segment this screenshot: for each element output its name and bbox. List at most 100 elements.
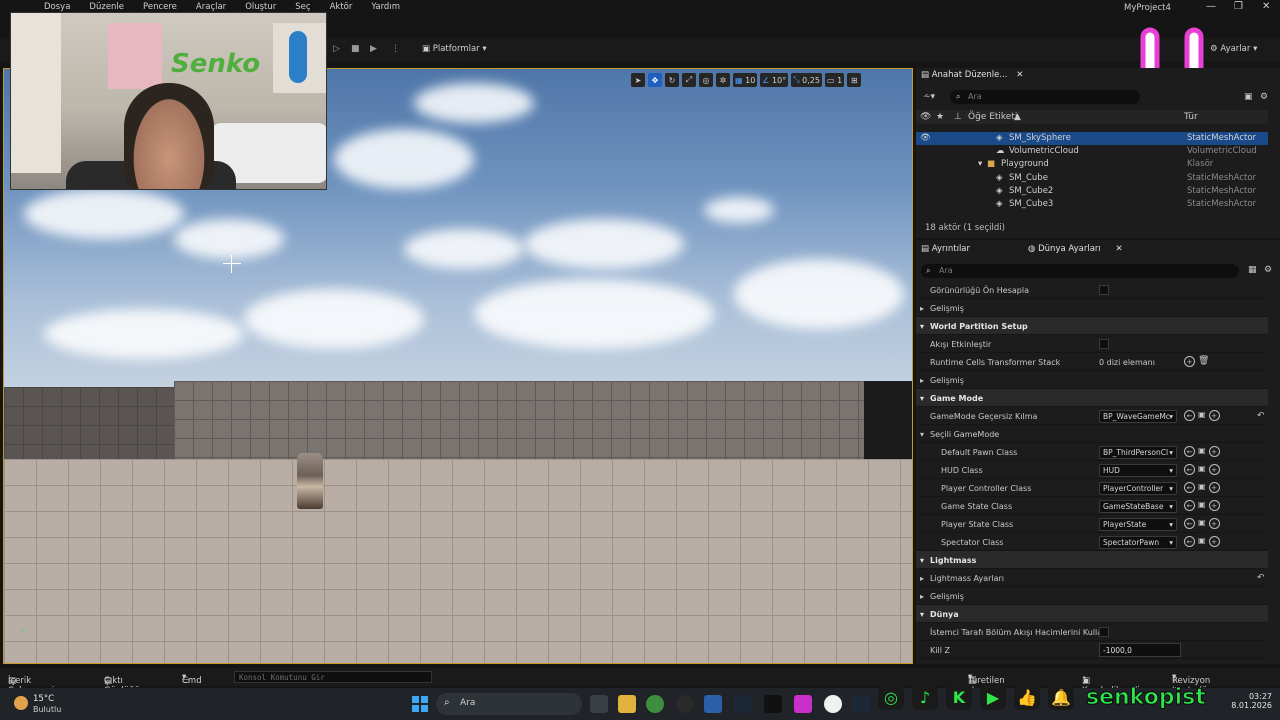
- property-group[interactable]: ▸ Gelişmiş: [916, 299, 1268, 317]
- close-window-icon[interactable]: ✕: [1262, 1, 1270, 12]
- folder-icon[interactable]: ▣: [1198, 482, 1206, 493]
- add-icon[interactable]: +: [1208, 410, 1220, 421]
- chrome-icon[interactable]: [646, 695, 664, 713]
- section-header[interactable]: ▾ Dünya: [916, 605, 1268, 623]
- scale-mode-icon[interactable]: ⤢: [682, 73, 696, 87]
- visibility-eye-icon[interactable]: 👁: [920, 133, 931, 143]
- add-icon[interactable]: +: [1208, 518, 1220, 529]
- browse-icon[interactable]: ←: [1184, 518, 1195, 529]
- property-group[interactable]: ▸ Lightmass Ayarları ↶: [916, 569, 1268, 587]
- outliner-row[interactable]: ◈ SM_Cube StaticMeshActor: [916, 172, 1268, 185]
- outliner-row[interactable]: 👁 ◈ SM_SkySphere StaticMeshActor: [916, 132, 1268, 145]
- close-tab-icon[interactable]: ✕: [1116, 244, 1123, 254]
- gamemode-override-select[interactable]: BP_WaveGameMc ▾: [1099, 410, 1177, 423]
- select-mode-icon[interactable]: ➤: [631, 73, 645, 87]
- rotation-snap-toggle[interactable]: ∠ 10°: [760, 73, 789, 87]
- derived-data-button[interactable]: ▤ Türetilen Veriler ▾: [968, 672, 1005, 696]
- close-tab-icon[interactable]: ✕: [1016, 70, 1023, 80]
- world-settings-tab[interactable]: ◍ Dünya Ayarları ✕: [1028, 244, 1123, 258]
- browse-icon[interactable]: ←: [1184, 410, 1195, 421]
- player-character[interactable]: [297, 453, 323, 509]
- browse-icon[interactable]: ←: [1184, 536, 1195, 547]
- rotate-mode-icon[interactable]: ↻: [665, 73, 679, 87]
- add-icon[interactable]: +: [1208, 482, 1220, 493]
- minimize-icon[interactable]: —: [1206, 1, 1216, 12]
- file-explorer-icon[interactable]: [618, 695, 636, 713]
- property-group[interactable]: ▸ Gelişmiş: [916, 587, 1268, 605]
- translate-mode-icon[interactable]: ✥: [648, 73, 662, 87]
- menu-tools[interactable]: Araçlar: [196, 2, 235, 12]
- outliner-row[interactable]: ☁ VolumetricCloud VolumetricCloud: [916, 145, 1268, 158]
- app-icon[interactable]: [704, 695, 722, 713]
- outliner-row[interactable]: ▾ ■ Playground Klasör: [916, 158, 1268, 171]
- folder-icon[interactable]: ▣: [1198, 518, 1206, 529]
- player-controller-select[interactable]: PlayerController ▾: [1099, 482, 1177, 495]
- section-header[interactable]: ▾ Lightmass: [916, 551, 1268, 569]
- restore-icon[interactable]: ❐: [1234, 1, 1243, 12]
- add-icon[interactable]: +: [1208, 464, 1220, 475]
- outliner-search-input[interactable]: Ara: [950, 90, 1140, 104]
- menu-file[interactable]: Dosya: [44, 2, 79, 12]
- steam-icon[interactable]: [852, 695, 870, 713]
- console-command-input[interactable]: Konsol Komutunu Gir: [234, 671, 432, 683]
- trash-icon[interactable]: 🗑: [1198, 356, 1209, 367]
- property-group[interactable]: ▾ Seçili GameMode: [916, 425, 1268, 443]
- browse-icon[interactable]: ←: [1184, 482, 1195, 493]
- platforms-button[interactable]: ▣ Platformlar ▾: [422, 44, 487, 54]
- precompute-checkbox[interactable]: [1099, 285, 1109, 295]
- layout-icon[interactable]: ⊞: [847, 73, 862, 87]
- browse-icon[interactable]: ←: [1184, 446, 1195, 457]
- table-view-icon[interactable]: ▦: [1248, 265, 1257, 275]
- hud-class-select[interactable]: HUD ▾: [1099, 464, 1177, 477]
- spectator-select[interactable]: SpectatorPawn ▾: [1099, 536, 1177, 549]
- menu-create[interactable]: Oluştur: [245, 2, 285, 12]
- menu-edit[interactable]: Düzenle: [89, 2, 133, 12]
- details-tab[interactable]: ▤ Ayrıntılar: [921, 244, 970, 258]
- outliner-settings-icon[interactable]: ⚙: [1260, 92, 1268, 102]
- game-state-select[interactable]: GameStateBase ▾: [1099, 500, 1177, 513]
- camera-speed-button[interactable]: ▭ 1: [824, 73, 845, 87]
- menu-window[interactable]: Pencere: [143, 2, 186, 12]
- reset-icon[interactable]: ↶: [1257, 573, 1265, 583]
- kill-z-field[interactable]: -1000,0: [1099, 643, 1181, 657]
- play-icon[interactable]: ▶: [370, 44, 384, 56]
- app-icon[interactable]: [676, 695, 694, 713]
- reset-icon[interactable]: ↶: [1257, 411, 1265, 421]
- taskbar-clock[interactable]: 03:27 8.01.2026: [1218, 692, 1272, 710]
- step-icon[interactable]: ▷: [333, 44, 347, 56]
- outliner-row[interactable]: ◈ SM_Cube2 StaticMeshActor: [916, 185, 1268, 198]
- add-icon[interactable]: +: [1208, 536, 1220, 547]
- windows-start-icon[interactable]: [412, 696, 428, 712]
- app-icon[interactable]: [794, 695, 812, 713]
- filter-icon[interactable]: ⩪▾: [923, 92, 935, 102]
- menu-help[interactable]: Yardım: [371, 2, 409, 12]
- unreal-engine-icon[interactable]: [824, 695, 842, 713]
- new-folder-icon[interactable]: ▣: [1244, 92, 1253, 102]
- details-settings-icon[interactable]: ⚙: [1264, 265, 1272, 275]
- player-state-select[interactable]: PlayerState ▾: [1099, 518, 1177, 531]
- taskbar-search[interactable]: ⌕ Ara: [436, 693, 582, 715]
- default-pawn-select[interactable]: BP_ThirdPersonCl ▾: [1099, 446, 1177, 459]
- add-element-icon[interactable]: +: [1184, 356, 1195, 367]
- type-col-header[interactable]: Tür: [1184, 112, 1198, 122]
- folder-icon[interactable]: ▣: [1198, 500, 1206, 511]
- property-group[interactable]: ▸ Gelişmiş: [916, 371, 1268, 389]
- browse-icon[interactable]: ←: [1184, 500, 1195, 511]
- menu-select[interactable]: Seç: [295, 2, 319, 12]
- label-col-header[interactable]: Öğe Etiketi: [968, 112, 1017, 122]
- revision-control-button[interactable]: ⑂ Revizyon Kontrolü ▾: [1172, 672, 1210, 696]
- world-space-icon[interactable]: ◎: [699, 73, 713, 87]
- streaming-checkbox[interactable]: [1099, 339, 1109, 349]
- folder-icon[interactable]: ▣: [1198, 536, 1206, 547]
- outliner-row[interactable]: ◈ SM_Cube3 StaticMeshActor: [916, 198, 1268, 211]
- steam-icon[interactable]: [734, 695, 752, 713]
- grid-snap-toggle[interactable]: ▦ 10: [733, 73, 758, 87]
- section-header[interactable]: ▾ World Partition Setup: [916, 317, 1268, 335]
- folder-icon[interactable]: ▣: [1198, 446, 1206, 457]
- stop-icon[interactable]: ■: [351, 44, 365, 56]
- menu-actor[interactable]: Aktör: [330, 2, 362, 12]
- browse-icon[interactable]: ←: [1184, 464, 1195, 475]
- folder-icon[interactable]: ▣: [1198, 410, 1206, 421]
- weather-widget[interactable]: 15°C Bulutlu: [8, 692, 88, 718]
- folder-icon[interactable]: ▣: [1198, 464, 1206, 475]
